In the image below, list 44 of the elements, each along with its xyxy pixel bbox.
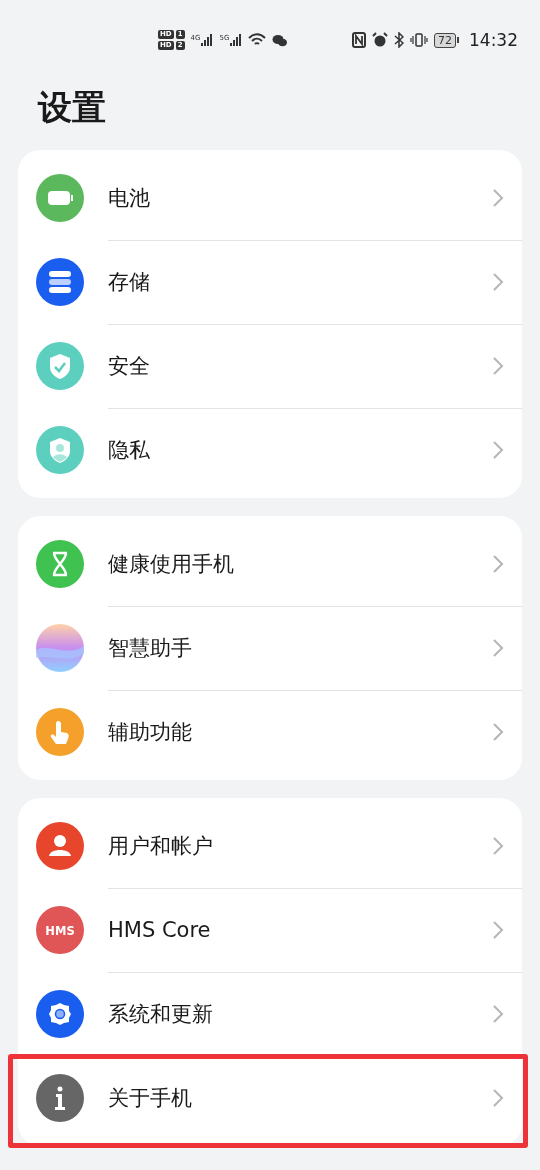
sphere-icon: [36, 624, 84, 672]
settings-item[interactable]: 辅助功能: [108, 718, 492, 746]
chevron-icon: [492, 271, 504, 292]
wifi-icon: [248, 33, 267, 47]
hand-pointer-icon: [36, 708, 84, 756]
settings-item[interactable]: 用户和帐户: [108, 831, 492, 860]
chevron-icon: [492, 919, 504, 940]
hourglass-icon: [36, 540, 84, 588]
page-title: 设置: [36, 86, 107, 129]
chevron-icon: [492, 440, 504, 460]
chevron-icon: [492, 355, 504, 376]
chevron-icon: [492, 1003, 504, 1024]
settings-item[interactable]: 智慧助手: [108, 633, 492, 662]
chevron-icon: [492, 835, 504, 856]
settings-item[interactable]: 隐私: [108, 436, 492, 464]
signal-icon: [230, 34, 243, 46]
person-icon: [36, 822, 84, 870]
settings-item[interactable]: 存储: [108, 267, 492, 296]
settings-item[interactable]: 系统和更新: [108, 999, 492, 1028]
chevron-icon: [492, 637, 504, 658]
clock: 14:32: [469, 30, 518, 50]
vibrate-icon: [410, 33, 428, 47]
chevron-icon: [492, 553, 504, 574]
chat-bubbles-icon: [272, 33, 288, 47]
chevron-icon: [492, 1088, 504, 1108]
battery-icon: [36, 174, 84, 222]
nfc-icon: [352, 32, 366, 48]
storage-icon: [36, 258, 84, 306]
settings-item[interactable]: 电池: [108, 183, 492, 212]
battery-level: 72: [434, 32, 456, 48]
shield-check-icon: [36, 342, 84, 390]
settings-item[interactable]: 安全: [108, 351, 492, 380]
chevron-icon: [492, 187, 504, 208]
hms-icon: HMS: [36, 906, 84, 954]
signal-icon: [201, 34, 214, 46]
gear-icon: [36, 990, 84, 1038]
settings-item[interactable]: 关于手机: [108, 1084, 492, 1112]
settings-item[interactable]: HMS Core: [108, 917, 492, 942]
chevron-icon: [492, 722, 504, 742]
settings-item[interactable]: 健康使用手机: [108, 549, 492, 578]
info-icon: [36, 1074, 84, 1122]
alarm-icon: [372, 32, 388, 48]
bluetooth-icon: [394, 32, 404, 48]
shield-person-icon: [36, 426, 84, 474]
